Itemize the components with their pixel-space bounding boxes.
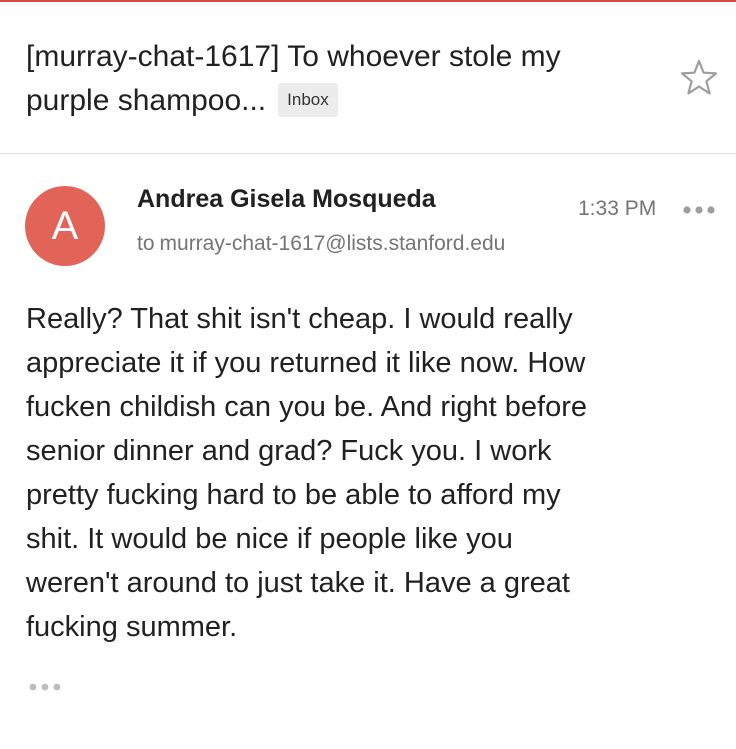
body-line: Really? That shit isn't cheap. I would r… [26,303,573,335]
body-line: shit. It would be nice if people like yo… [26,523,513,555]
show-trimmed-content-icon[interactable] [28,680,62,694]
body-line: weren't around to just take it. Have a g… [26,567,570,599]
body-line: pretty fucking hard to be able to afford… [26,479,561,511]
body-line: appreciate it if you returned it like no… [26,347,586,379]
recipient-to-label: to [137,232,155,255]
sender-avatar[interactable]: A [25,186,105,266]
subject-header: [murray-chat-1617] To whoever stole my p… [0,2,736,153]
subject-line-2: purple shampoo... [26,84,267,117]
body-line: fucken childish can you be. And right be… [26,391,588,423]
recipient-address: murray-chat-1617@lists.stanford.edu [159,232,506,255]
sender-name: Andrea Gisela Mosqueda [137,185,436,213]
message-time: 1:33 PM [578,197,657,220]
body-line: senior dinner and grad? Fuck you. I work [26,435,552,467]
body-line: fucking summer. [26,611,238,643]
message-body: Really? That shit isn't cheap. I would r… [26,297,706,649]
email-subject: [murray-chat-1617] To whoever stole my p… [26,35,666,123]
star-icon[interactable] [678,57,720,99]
more-options-icon[interactable] [682,203,716,217]
recipient-line[interactable]: to murray-chat-1617@lists.stanford.edu [137,230,505,258]
inbox-label-badge[interactable]: Inbox [278,83,338,117]
subject-line-1: [murray-chat-1617] To whoever stole my [26,40,561,73]
header-divider [0,153,736,154]
